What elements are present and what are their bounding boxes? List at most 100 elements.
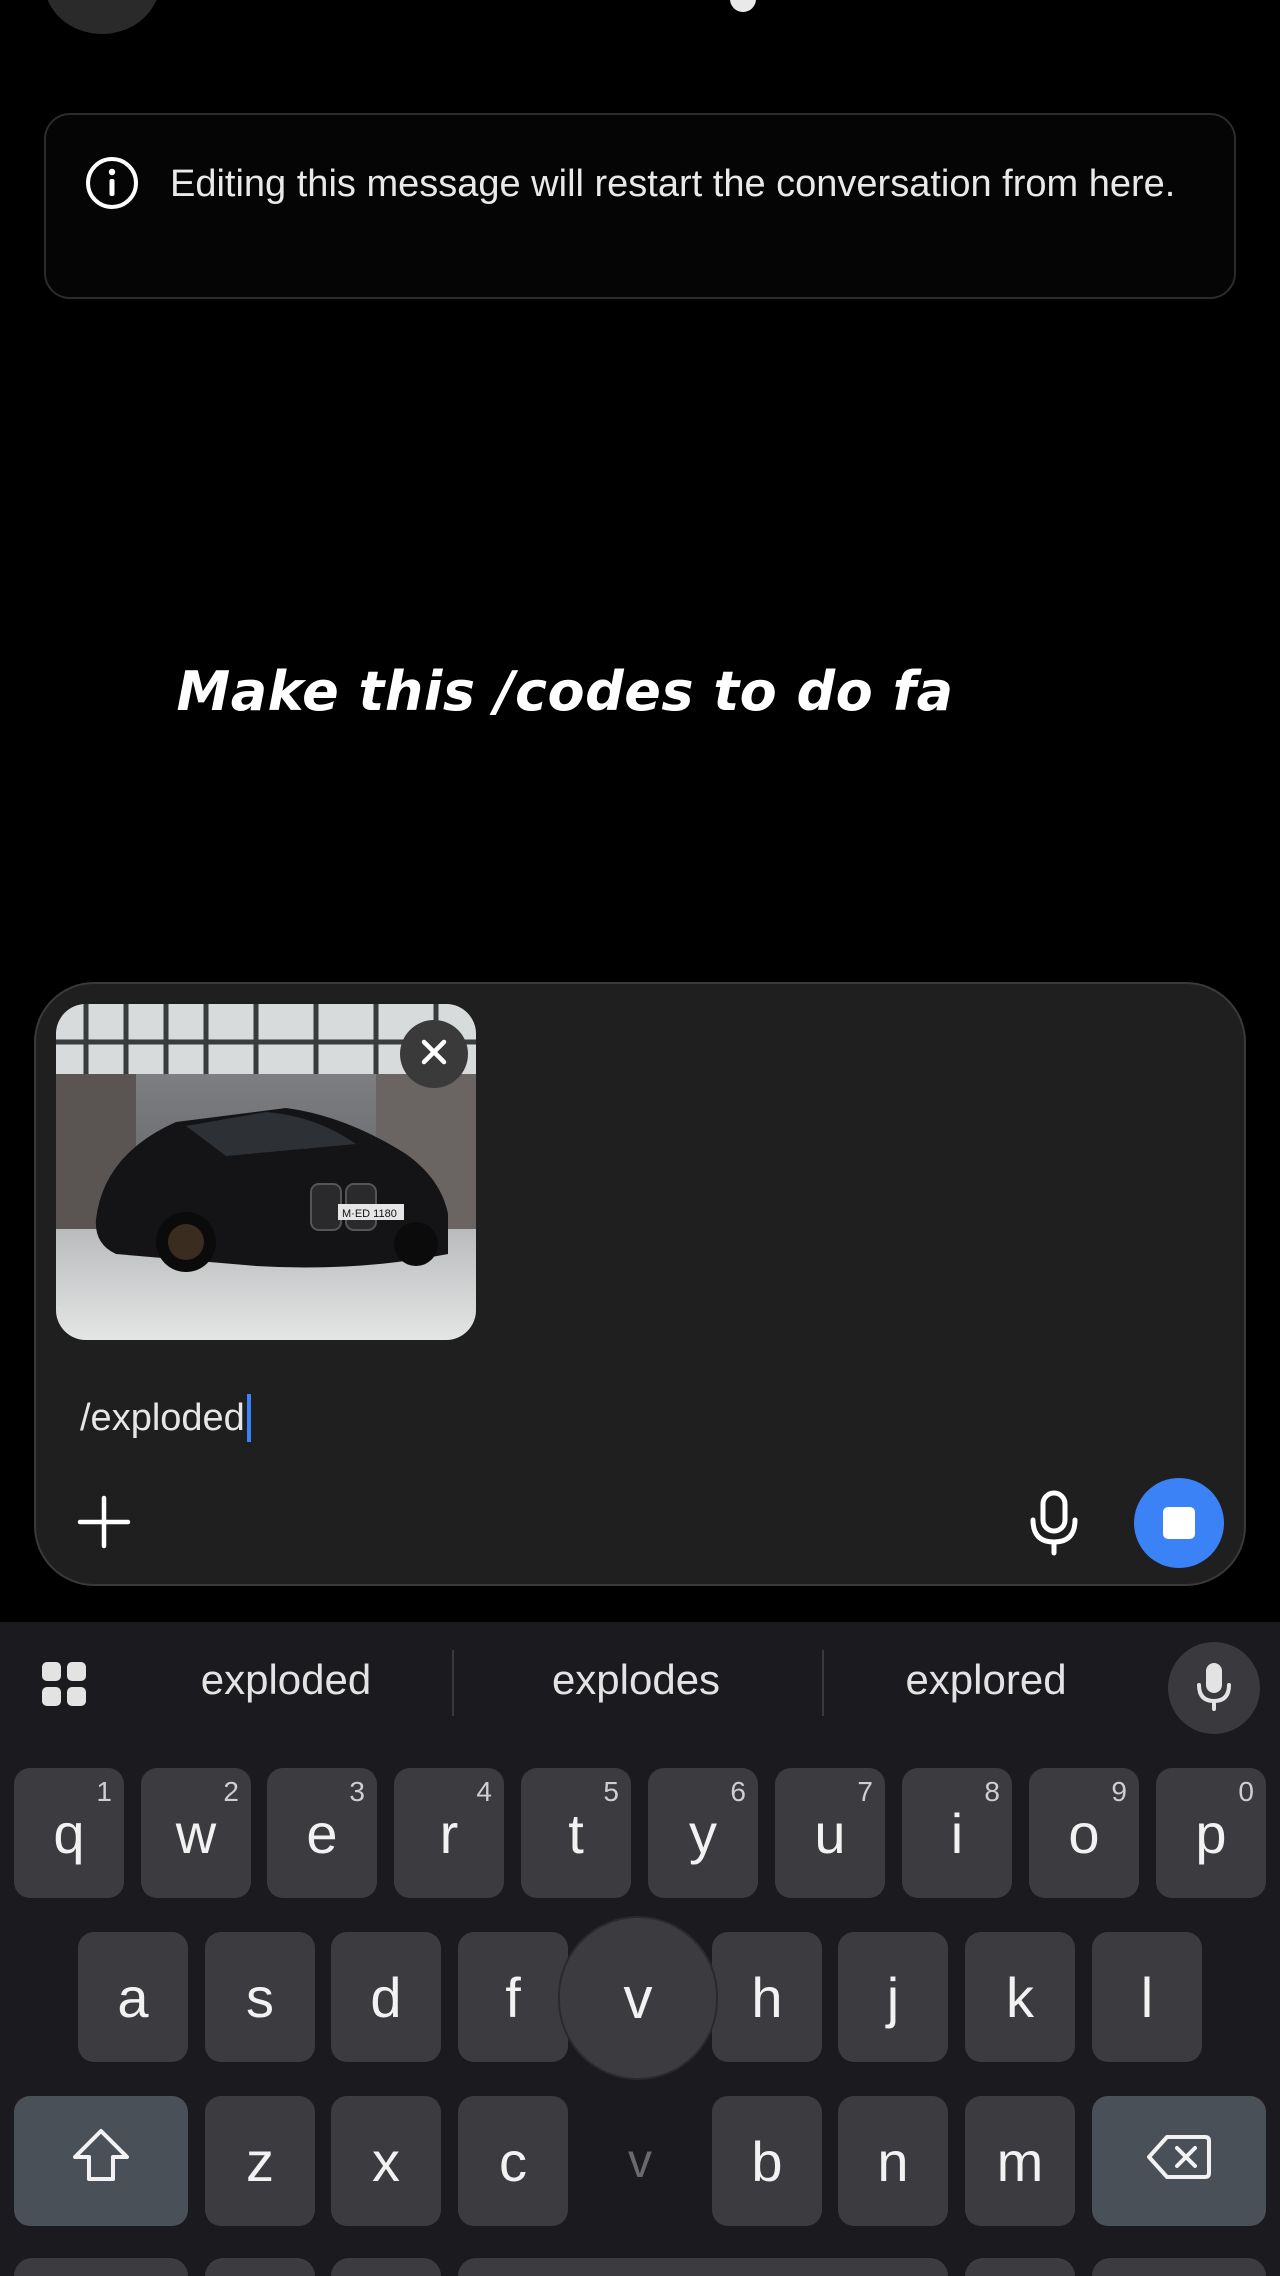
key-press-popup: v xyxy=(560,1918,716,2078)
key-hint: 6 xyxy=(730,1776,746,1807)
key-f[interactable]: f xyxy=(458,1932,568,2062)
key-hint: 2 xyxy=(223,1776,239,1807)
key-label: q xyxy=(53,1801,85,1865)
key-n[interactable]: n xyxy=(838,2096,948,2226)
key-hint: 1 xyxy=(96,1776,112,1807)
suggestion-divider xyxy=(822,1650,824,1716)
key-o[interactable]: o9 xyxy=(1029,1768,1139,1898)
apps-grid-icon[interactable] xyxy=(40,1660,88,1708)
key-label: f xyxy=(505,1965,521,2029)
add-attachment-button[interactable] xyxy=(74,1492,134,1552)
key-z[interactable]: z xyxy=(205,2096,315,2226)
stop-button[interactable] xyxy=(1134,1478,1224,1568)
key-h[interactable]: h xyxy=(712,1932,822,2062)
message-input[interactable]: /exploded xyxy=(80,1394,251,1442)
key-label: t xyxy=(568,1801,584,1865)
shift-icon xyxy=(71,2127,131,2196)
bottom-row-key[interactable] xyxy=(205,2258,315,2276)
bottom-row-key[interactable] xyxy=(331,2258,441,2276)
key-label: h xyxy=(751,1965,783,2029)
avatar[interactable] xyxy=(44,0,160,34)
key-hint: 8 xyxy=(984,1776,1000,1807)
key-hint: 9 xyxy=(1111,1776,1127,1807)
microphone-icon xyxy=(1194,1661,1234,1716)
key-hint: 4 xyxy=(476,1776,492,1807)
key-a[interactable]: a xyxy=(78,1932,188,2062)
key-label: l xyxy=(1140,1965,1154,2029)
key-label: n xyxy=(877,2129,909,2193)
key-label: y xyxy=(689,1801,717,1865)
key-label: w xyxy=(175,1801,217,1865)
key-hint: 5 xyxy=(603,1776,619,1807)
key-x[interactable]: x xyxy=(331,2096,441,2226)
key-r[interactable]: r4 xyxy=(394,1768,504,1898)
status-dot xyxy=(730,0,756,12)
info-icon xyxy=(84,155,140,211)
remove-attachment-button[interactable] xyxy=(400,1020,468,1088)
key-s[interactable]: s xyxy=(205,1932,315,2062)
svg-text:M·ED 1180: M·ED 1180 xyxy=(342,1208,397,1220)
backspace-icon xyxy=(1147,2129,1211,2194)
key-u[interactable]: u7 xyxy=(775,1768,885,1898)
key-hint: 0 xyxy=(1238,1776,1254,1807)
key-label: p xyxy=(1195,1801,1227,1865)
key-l[interactable]: l xyxy=(1092,1932,1202,2062)
key-p[interactable]: p0 xyxy=(1156,1768,1266,1898)
voice-input-button[interactable] xyxy=(1026,1490,1082,1556)
key-m[interactable]: m xyxy=(965,2096,1075,2226)
suggestion-bar: exploded explodes explored xyxy=(0,1622,1280,1746)
key-q[interactable]: q1 xyxy=(14,1768,124,1898)
microphone-icon xyxy=(1026,1490,1082,1560)
key-w[interactable]: w2 xyxy=(141,1768,251,1898)
key-label: a xyxy=(117,1965,149,2029)
key-label: s xyxy=(246,1965,274,2029)
suggestion-2[interactable]: explodes xyxy=(486,1656,786,1704)
bottom-row-key[interactable] xyxy=(1092,2258,1266,2276)
bottom-row-key[interactable] xyxy=(14,2258,188,2276)
keyboard-voice-button[interactable] xyxy=(1168,1642,1260,1734)
key-label: d xyxy=(370,1965,402,2029)
key-label: x xyxy=(372,2129,400,2193)
key-b[interactable]: b xyxy=(712,2096,822,2226)
suggestion-1[interactable]: exploded xyxy=(136,1656,436,1704)
key-hint: 3 xyxy=(349,1776,365,1807)
chat-edit-screen: Editing this message will restart the co… xyxy=(0,0,1280,2276)
message-composer: M·ED 1180 /exploded xyxy=(34,982,1246,1586)
plus-icon xyxy=(74,1495,134,1556)
key-label: m xyxy=(996,2129,1044,2193)
key-label: v xyxy=(628,2134,652,2188)
message-input-value: /exploded xyxy=(80,1396,245,1439)
bottom-row-key[interactable] xyxy=(965,2258,1075,2276)
key-v[interactable]: v xyxy=(585,2096,695,2226)
stop-icon xyxy=(1163,1507,1195,1539)
edit-warning-banner: Editing this message will restart the co… xyxy=(44,113,1236,299)
banner-text: Editing this message will restart the co… xyxy=(170,163,1176,205)
key-label: j xyxy=(886,1965,900,2029)
backspace-key[interactable] xyxy=(1092,2096,1266,2226)
key-i[interactable]: i8 xyxy=(902,1768,1012,1898)
key-label: o xyxy=(1068,1801,1100,1865)
shift-key[interactable] xyxy=(14,2096,188,2226)
text-caret xyxy=(246,1394,251,1442)
key-label: e xyxy=(306,1801,338,1865)
video-caption: Make this /codes to do fa xyxy=(176,660,954,723)
key-t[interactable]: t5 xyxy=(521,1768,631,1898)
key-y[interactable]: y6 xyxy=(648,1768,758,1898)
key-label: z xyxy=(246,2129,274,2193)
key-label: b xyxy=(751,2129,783,2193)
key-label: c xyxy=(499,2129,527,2193)
key-e[interactable]: e3 xyxy=(267,1768,377,1898)
space-bar[interactable] xyxy=(458,2258,948,2276)
key-d[interactable]: d xyxy=(331,1932,441,2062)
key-label: r xyxy=(439,1801,459,1865)
key-label: u xyxy=(814,1801,846,1865)
key-k[interactable]: k xyxy=(965,1932,1075,2062)
key-hint: 7 xyxy=(857,1776,873,1807)
close-icon xyxy=(419,1037,449,1072)
key-label: k xyxy=(1006,1965,1034,2029)
suggestion-3[interactable]: explored xyxy=(836,1656,1136,1704)
suggestion-divider xyxy=(452,1650,454,1716)
key-label: i xyxy=(950,1801,964,1865)
key-j[interactable]: j xyxy=(838,1932,948,2062)
key-c[interactable]: c xyxy=(458,2096,568,2226)
